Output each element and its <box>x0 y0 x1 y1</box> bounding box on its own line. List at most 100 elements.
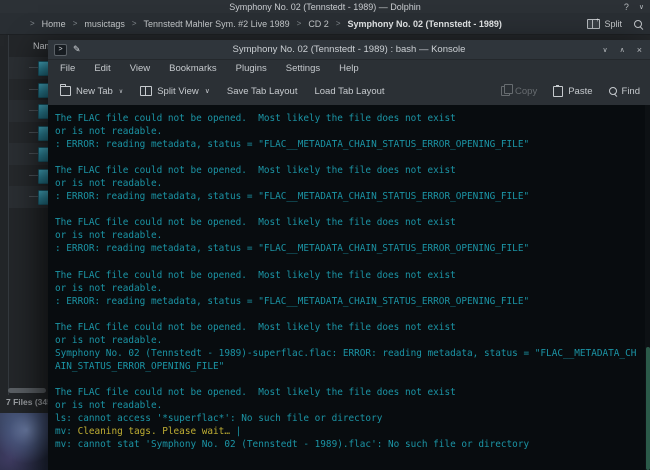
dolphin-titlebar[interactable]: Symphony No. 02 (Tennstedt - 1989) — Dol… <box>0 0 650 13</box>
terminal-line: Symphony No. 02 (Tennstedt - 1989)-super… <box>55 347 650 360</box>
breadcrumb-item[interactable]: Symphony No. 02 (Tennstedt - 1989) <box>348 19 502 29</box>
terminal-line: The FLAC file could not be opened. Most … <box>55 386 650 399</box>
terminal-text: or is not readable. <box>55 400 162 411</box>
breadcrumb-separator-icon: > <box>132 19 137 28</box>
terminal-text: AIN_STATUS_ERROR_OPENING_FILE" <box>55 361 224 372</box>
maximize-icon[interactable]: ∧ <box>620 46 625 54</box>
terminal-text: mv: cannot stat 'Symphony No. 02 (Tennst… <box>55 439 529 450</box>
breadcrumb-item[interactable]: musictags <box>84 19 125 29</box>
terminal-line: or is not readable. <box>55 177 650 190</box>
terminal-scrollbar[interactable] <box>645 105 650 470</box>
konsole-menubar: File Edit View Bookmarks Plugins Settings Help <box>48 60 650 77</box>
breadcrumb-item[interactable]: Home <box>42 19 66 29</box>
file-row[interactable] <box>9 100 49 122</box>
file-row[interactable] <box>9 143 49 165</box>
terminal-text: The FLAC file could not be opened. Most … <box>55 165 456 176</box>
konsole-window-title: Symphony No. 02 (Tennstedt - 1989) : bas… <box>233 44 466 55</box>
menu-view[interactable]: View <box>130 63 150 74</box>
menu-bookmarks[interactable]: Bookmarks <box>169 63 217 74</box>
new-tab-icon <box>60 86 71 96</box>
terminal-text: : ERROR: reading metadata, status = "FLA… <box>55 296 529 307</box>
terminal-line: : ERROR: reading metadata, status = "FLA… <box>55 295 650 308</box>
save-tab-layout-label: Save Tab Layout <box>227 86 298 97</box>
dolphin-location-toolbar: > Home > musictags > Tennstedt Mahler Sym. #2… <box>0 13 650 35</box>
terminal-line: mv: Cleaning tags. Please wait… | <box>55 425 650 438</box>
terminal-line <box>55 256 650 269</box>
terminal-text: The FLAC file could not be opened. Most … <box>55 217 456 228</box>
konsole-app-icon: > <box>54 44 67 56</box>
find-button[interactable]: Find <box>609 86 640 97</box>
terminal-text: : ERROR: reading metadata, status = "FLA… <box>55 139 529 150</box>
status-bar: 7 Files (345 <box>6 397 52 407</box>
horizontal-scrollbar[interactable] <box>8 388 46 393</box>
save-tab-layout-button[interactable]: Save Tab Layout <box>227 86 298 97</box>
terminal-line: or is not readable. <box>55 229 650 242</box>
find-icon <box>609 87 617 95</box>
breadcrumb-item[interactable]: CD 2 <box>308 19 329 29</box>
breadcrumb-item[interactable]: Tennstedt Mahler Sym. #2 Live 1989 <box>144 19 290 29</box>
menu-settings[interactable]: Settings <box>286 63 320 74</box>
find-label: Find <box>622 86 640 97</box>
breadcrumb-separator-icon: > <box>297 19 302 28</box>
terminal-line <box>55 373 650 386</box>
chevron-down-icon[interactable]: ∨ <box>639 3 644 11</box>
terminal-line: : ERROR: reading metadata, status = "FLA… <box>55 190 650 203</box>
menu-help[interactable]: Help <box>339 63 359 74</box>
terminal-line: AIN_STATUS_ERROR_OPENING_FILE" <box>55 360 650 373</box>
terminal-line: mv: cannot stat 'Symphony No. 02 (Tennst… <box>55 438 650 451</box>
terminal-text: : ERROR: reading metadata, status = "FLA… <box>55 243 529 254</box>
terminal-scrollbar-thumb[interactable] <box>646 347 650 470</box>
terminal-line: The FLAC file could not be opened. Most … <box>55 112 650 125</box>
terminal-text: The FLAC file could not be opened. Most … <box>55 387 456 398</box>
split-view-label: Split View <box>157 86 199 97</box>
terminal-text: Cleaning tags. Please wait… <box>78 426 236 437</box>
terminal-text: The FLAC file could not be opened. Most … <box>55 322 456 333</box>
file-row[interactable] <box>9 186 49 208</box>
terminal-line <box>55 151 650 164</box>
terminal-text: or is not readable. <box>55 178 162 189</box>
load-tab-layout-button[interactable]: Load Tab Layout <box>314 86 384 97</box>
paste-label: Paste <box>568 86 592 97</box>
terminal-line: The FLAC file could not be opened. Most … <box>55 269 650 282</box>
breadcrumb-separator-icon: > <box>30 19 35 28</box>
menu-edit[interactable]: Edit <box>94 63 110 74</box>
split-button[interactable]: Split <box>587 19 622 29</box>
terminal-text: or is not readable. <box>55 230 162 241</box>
load-tab-layout-label: Load Tab Layout <box>314 86 384 97</box>
help-icon[interactable]: ? <box>624 2 629 12</box>
konsole-titlebar[interactable]: > ✎ Symphony No. 02 (Tennstedt - 1989) :… <box>48 40 650 60</box>
file-row[interactable] <box>9 57 49 79</box>
minimize-icon[interactable]: ∨ <box>602 46 607 54</box>
file-row[interactable] <box>9 122 49 144</box>
file-row[interactable] <box>9 165 49 187</box>
file-row[interactable] <box>9 79 49 101</box>
search-icon[interactable] <box>634 20 642 28</box>
terminal-text: or is not readable. <box>55 283 162 294</box>
konsole-window: > ✎ Symphony No. 02 (Tennstedt - 1989) :… <box>48 40 650 470</box>
new-tab-button[interactable]: New Tab ∨ <box>60 86 123 97</box>
paste-button[interactable]: Paste <box>553 86 592 97</box>
terminal-output[interactable]: The FLAC file could not be opened. Most … <box>48 105 650 470</box>
terminal-line: : ERROR: reading metadata, status = "FLA… <box>55 242 650 255</box>
terminal-line: or is not readable. <box>55 334 650 347</box>
split-view-button[interactable]: Split View ∨ <box>140 86 210 97</box>
terminal-text: : ERROR: reading metadata, status = "FLA… <box>55 191 529 202</box>
terminal-text: | <box>236 426 242 437</box>
menu-file[interactable]: File <box>60 63 75 74</box>
terminal-text: or is not readable. <box>55 335 162 346</box>
breadcrumb-separator-icon: > <box>336 19 341 28</box>
terminal-text: mv: <box>55 426 78 437</box>
copy-button[interactable]: Copy <box>501 86 537 97</box>
konsole-toolbar: New Tab ∨ Split View ∨ Save Tab Layout L… <box>48 77 650 106</box>
dolphin-window-title: Symphony No. 02 (Tennstedt - 1989) — Dol… <box>229 2 421 12</box>
terminal-text: The FLAC file could not be opened. Most … <box>55 113 456 124</box>
terminal-line: : ERROR: reading metadata, status = "FLA… <box>55 138 650 151</box>
terminal-line: or is not readable. <box>55 399 650 412</box>
menu-plugins[interactable]: Plugins <box>236 63 267 74</box>
terminal-text: The FLAC file could not be opened. Most … <box>55 270 456 281</box>
terminal-line <box>55 308 650 321</box>
breadcrumb: > Home > musictags > Tennstedt Mahler Sym. #2… <box>30 19 502 29</box>
chevron-down-icon: ∨ <box>119 88 123 95</box>
pin-icon[interactable]: ✎ <box>73 44 81 55</box>
close-icon[interactable]: × <box>637 45 642 55</box>
